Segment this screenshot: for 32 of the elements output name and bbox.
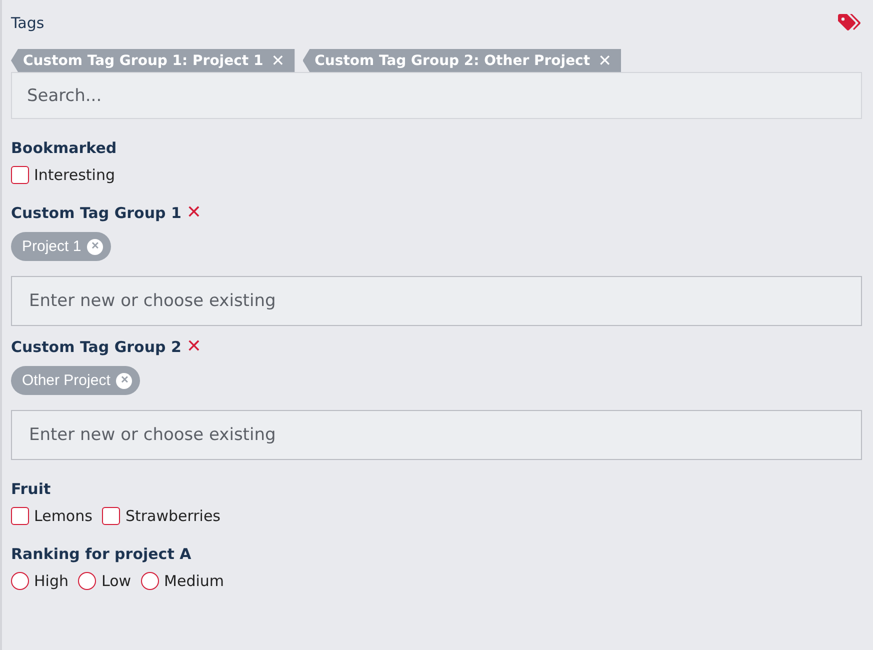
active-tag: Custom Tag Group 1: Project 1 ✕ [11, 49, 295, 72]
radio-button[interactable] [11, 572, 29, 590]
tags-icon [838, 14, 862, 32]
section-label: Bookmarked [11, 139, 117, 157]
panel-title: Tags [11, 14, 44, 32]
checkbox[interactable] [102, 507, 120, 525]
option-label: Lemons [34, 507, 92, 525]
search-field[interactable]: Search... [11, 72, 862, 119]
option-label: Strawberries [125, 507, 220, 525]
radio-button[interactable] [141, 572, 160, 590]
remove-tag-button[interactable]: ✕ [116, 372, 132, 388]
section-label: Fruit [11, 480, 51, 498]
active-tag: Custom Tag Group 2: Other Project ✕ [302, 49, 622, 72]
remove-group-button[interactable]: ✕ [186, 338, 202, 356]
remove-tag-button[interactable]: ✕ [598, 52, 612, 68]
tag-input-field[interactable]: Enter new or choose existing [11, 410, 862, 460]
section-label: Ranking for project A [11, 545, 192, 563]
remove-tag-button[interactable]: ✕ [87, 238, 104, 254]
option-label: Medium [164, 572, 224, 590]
remove-tag-button[interactable]: ✕ [271, 52, 285, 68]
option-label: High [34, 572, 68, 590]
option-label: Low [101, 572, 132, 590]
tag-input-field[interactable]: Enter new or choose existing [11, 276, 862, 326]
tag-pill: Other Project ✕ [11, 366, 140, 395]
tag-pill: Project 1 ✕ [11, 232, 112, 261]
remove-group-button[interactable]: ✕ [186, 204, 202, 222]
section-label: Custom Tag Group 1 [11, 204, 182, 222]
checkbox[interactable] [11, 166, 29, 184]
section-label: Custom Tag Group 2 [11, 338, 182, 356]
checkbox[interactable] [11, 507, 29, 525]
option-label: Interesting [34, 166, 115, 184]
radio-button[interactable] [78, 572, 96, 590]
